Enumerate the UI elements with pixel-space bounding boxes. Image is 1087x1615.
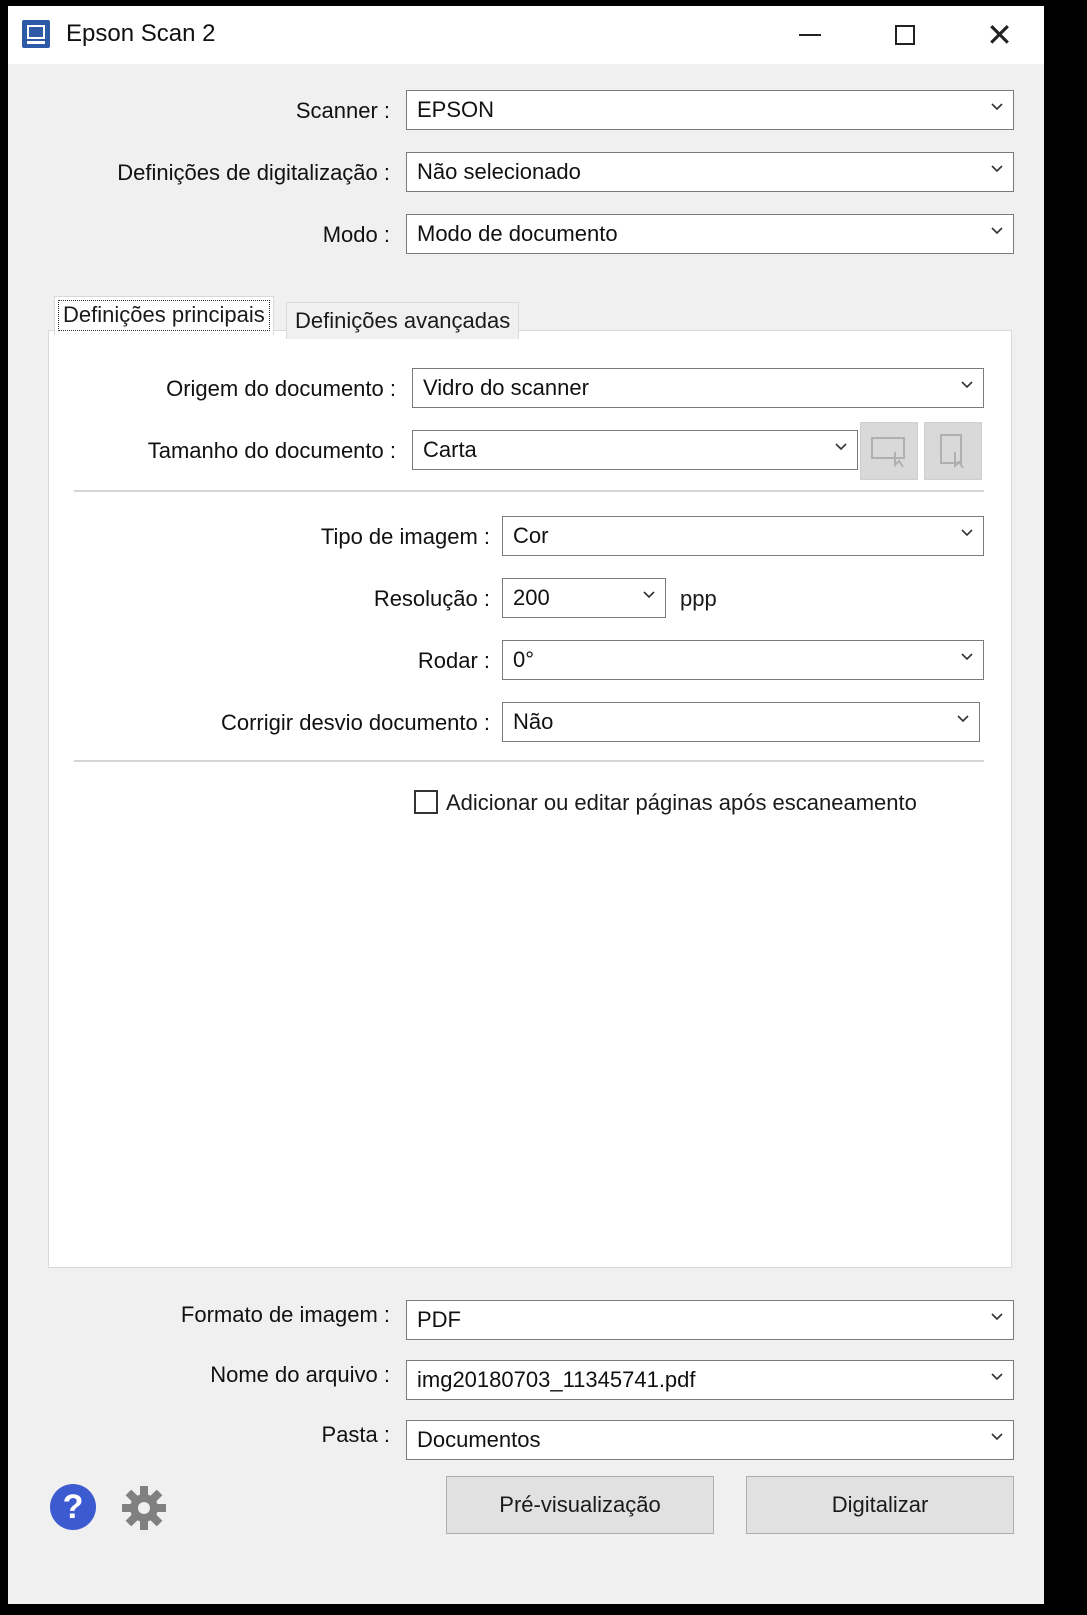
image-format-label: Formato de imagem :: [180, 1302, 390, 1327]
image-format-select[interactable]: PDF: [406, 1300, 1014, 1340]
rotate-select[interactable]: 0°: [502, 640, 984, 680]
mode-select[interactable]: Modo de documento: [406, 214, 1014, 254]
tab-main-settings[interactable]: Definições principais: [54, 296, 274, 335]
scan-button[interactable]: Digitalizar: [746, 1476, 1014, 1534]
image-type-label: Tipo de imagem :: [320, 524, 490, 549]
folder-value: Documentos: [417, 1427, 541, 1452]
separator: [74, 760, 984, 762]
scan-settings-value: Não selecionado: [417, 159, 581, 184]
maximize-icon: [894, 25, 915, 45]
add-edit-pages-checkbox[interactable]: [414, 790, 438, 814]
document-size-select[interactable]: Carta: [412, 430, 858, 470]
document-source-value: Vidro do scanner: [423, 375, 589, 400]
image-type-select[interactable]: Cor: [502, 516, 984, 556]
chevron-down-icon: [961, 378, 973, 390]
scanner-value: EPSON: [417, 97, 495, 122]
file-name-label: Nome do arquivo :: [210, 1362, 390, 1387]
chevron-down-icon: [643, 588, 655, 600]
minimize-icon: [798, 34, 821, 36]
image-format-value: PDF: [417, 1307, 461, 1332]
scanner-select[interactable]: EPSON: [406, 90, 1014, 130]
document-portrait-icon: [940, 434, 964, 469]
close-icon: ✕: [986, 17, 1013, 53]
maximize-button[interactable]: [857, 6, 952, 64]
chevron-down-icon: [835, 440, 847, 452]
chevron-down-icon: [991, 1370, 1003, 1382]
epson-scan-window: Epson Scan 2 ✕ Scanner : EPSON Definiçõe…: [8, 6, 1044, 1604]
file-name-select[interactable]: img20180703_11345741.pdf: [406, 1360, 1014, 1400]
resolution-select[interactable]: 200: [502, 578, 666, 618]
document-landscape-icon: [871, 437, 905, 468]
rotate-value: 0°: [513, 647, 535, 672]
document-source-label: Origem do documento :: [166, 376, 396, 401]
custom-size-portrait-button[interactable]: [924, 422, 982, 480]
chevron-down-icon: [991, 224, 1003, 236]
separator: [74, 490, 984, 492]
image-type-value: Cor: [513, 523, 549, 548]
scan-settings-label: Definições de digitalização :: [117, 160, 390, 185]
chevron-down-icon: [991, 100, 1003, 112]
scanner-label: Scanner :: [295, 98, 390, 123]
title-bar: Epson Scan 2 ✕: [8, 6, 1044, 64]
resolution-unit: ppp: [680, 586, 717, 611]
resolution-value: 200: [513, 585, 550, 610]
rotate-label: Rodar :: [417, 648, 490, 673]
scan-settings-select[interactable]: Não selecionado: [406, 152, 1014, 192]
close-button[interactable]: ✕: [952, 6, 1047, 64]
minimize-button[interactable]: [762, 6, 857, 64]
document-size-value: Carta: [423, 437, 477, 462]
mode-label: Modo :: [322, 222, 390, 247]
chevron-down-icon: [991, 1430, 1003, 1442]
skew-correction-select[interactable]: Não: [502, 702, 980, 742]
resolution-label: Resolução :: [373, 586, 490, 611]
chevron-down-icon: [961, 650, 973, 662]
custom-size-landscape-button[interactable]: [860, 422, 918, 480]
chevron-down-icon: [961, 526, 973, 538]
folder-select[interactable]: Documentos: [406, 1420, 1014, 1460]
epson-scan-app-icon: [22, 20, 50, 48]
skew-correction-value: Não: [513, 709, 554, 734]
document-size-label: Tamanho do documento :: [147, 438, 396, 463]
folder-label: Pasta :: [321, 1422, 390, 1447]
skew-correction-label: Corrigir desvio documento :: [220, 710, 490, 735]
preview-button[interactable]: Pré-visualização: [446, 1476, 714, 1534]
help-icon[interactable]: ?: [50, 1484, 96, 1530]
file-name-value: img20180703_11345741.pdf: [417, 1367, 696, 1392]
chevron-down-icon: [991, 162, 1003, 174]
window-title: Epson Scan 2: [66, 20, 216, 47]
chevron-down-icon: [957, 712, 969, 724]
mode-value: Modo de documento: [417, 221, 618, 246]
add-edit-pages-label: Adicionar ou editar páginas após escanea…: [446, 790, 917, 815]
tab-advanced-settings[interactable]: Definições avançadas: [286, 302, 520, 339]
document-source-select[interactable]: Vidro do scanner: [412, 368, 984, 408]
chevron-down-icon: [991, 1310, 1003, 1322]
gear-icon[interactable]: [120, 1484, 168, 1532]
